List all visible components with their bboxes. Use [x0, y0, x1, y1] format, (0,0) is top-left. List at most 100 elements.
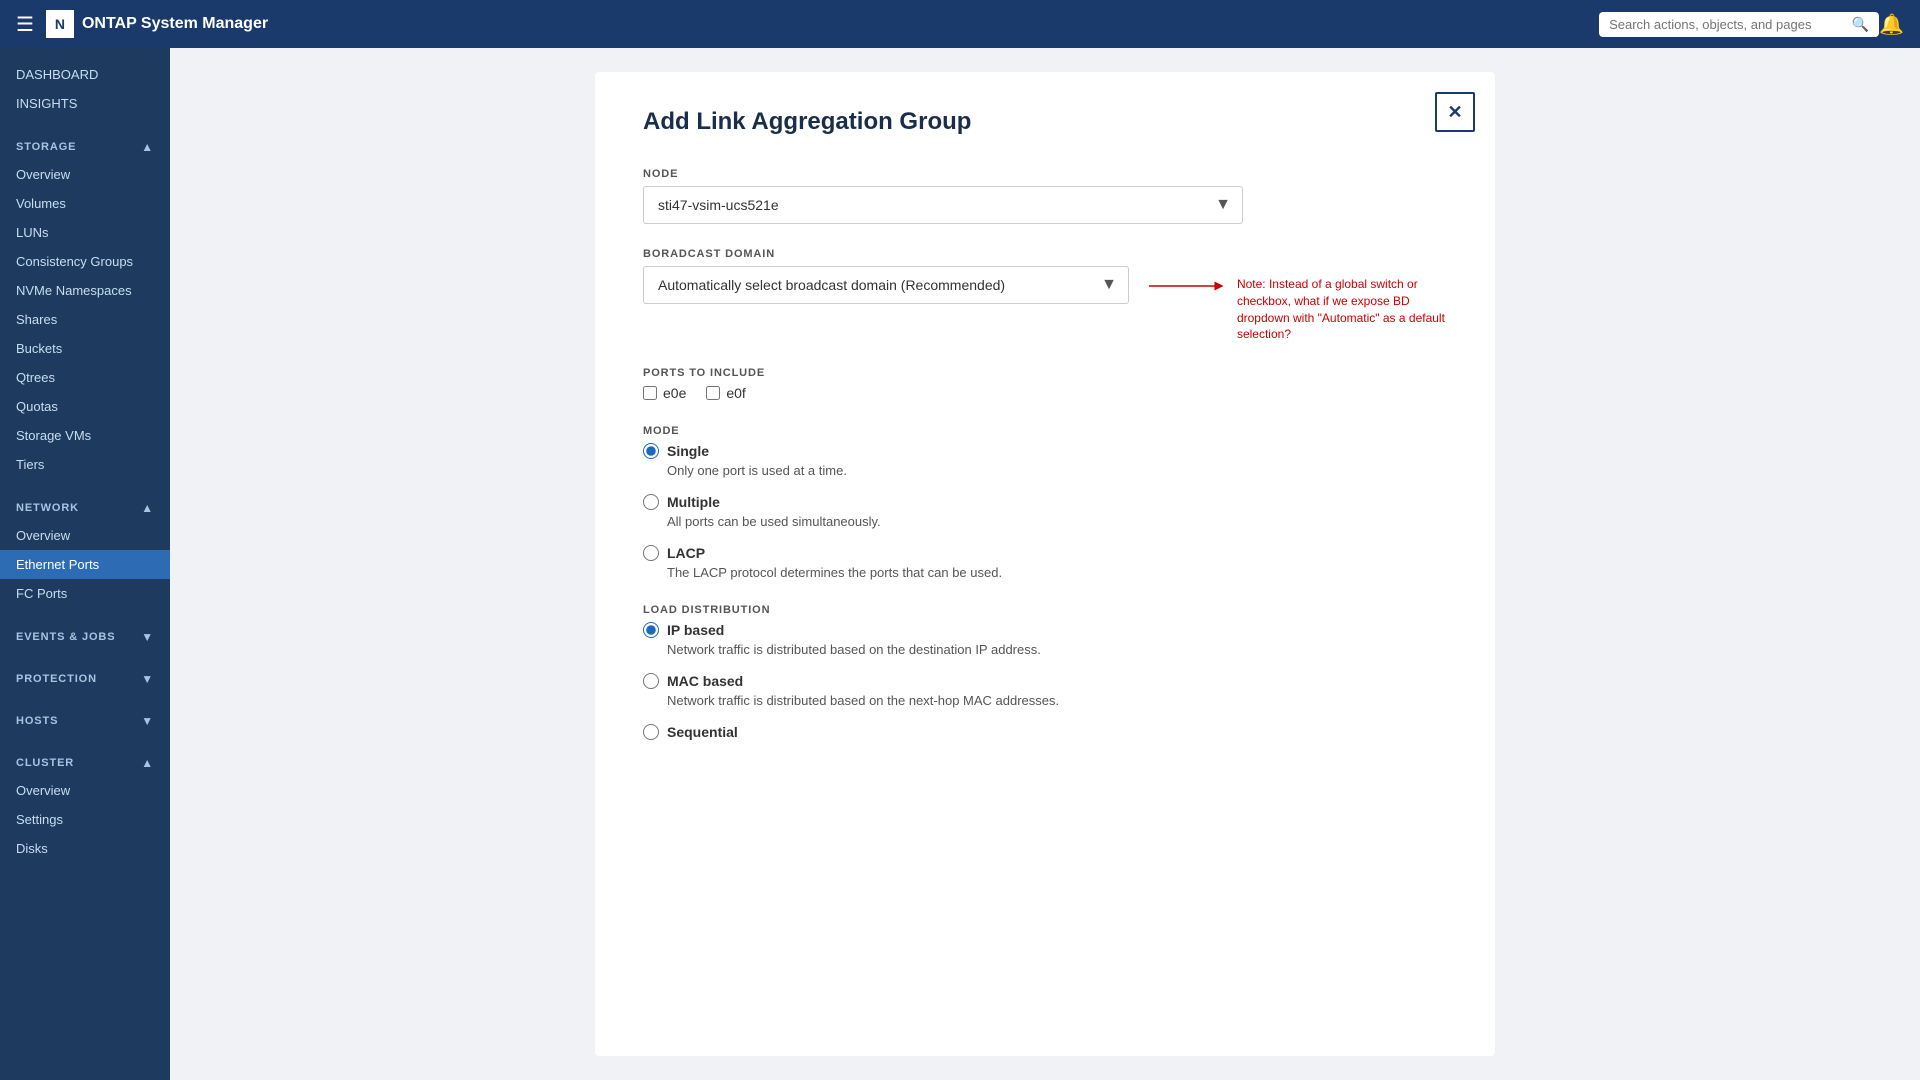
mode-single-option: Single Only one port is used at a time.: [643, 443, 1447, 478]
sidebar-item-volumes[interactable]: Volumes: [0, 189, 170, 218]
sidebar-cluster-label: CLUSTER: [16, 757, 74, 769]
search-input[interactable]: [1609, 17, 1846, 32]
port-e0f-checkbox[interactable]: [706, 386, 720, 400]
ld-mac-desc: Network traffic is distributed based on …: [667, 693, 1447, 708]
sidebar-storage-label: STORAGE: [16, 141, 76, 153]
cluster-chevron-icon: ▲: [141, 756, 154, 770]
mode-single-desc: Only one port is used at a time.: [667, 463, 1447, 478]
sidebar-item-consistency-groups[interactable]: Consistency Groups: [0, 247, 170, 276]
ld-sequential-text: Sequential: [667, 724, 738, 740]
sidebar-item-buckets[interactable]: Buckets: [0, 334, 170, 363]
app-title: ONTAP System Manager: [82, 15, 268, 33]
ld-mac-label[interactable]: MAC based: [643, 673, 1447, 689]
sidebar-item-cluster-disks[interactable]: Disks: [0, 834, 170, 863]
sidebar-events-label: EVENTS & JOBS: [16, 631, 115, 643]
sidebar-protection-label: PROTECTION: [16, 673, 97, 685]
ld-sequential-label[interactable]: Sequential: [643, 724, 1447, 740]
broadcast-domain-row: Automatically select broadcast domain (R…: [643, 266, 1447, 343]
port-e0e-label: e0e: [663, 385, 686, 401]
logo-icon: N: [46, 10, 74, 38]
ld-ip-text: IP based: [667, 622, 724, 638]
sidebar-item-shares[interactable]: Shares: [0, 305, 170, 334]
sidebar-item-qtrees[interactable]: Qtrees: [0, 363, 170, 392]
ld-sequential-radio[interactable]: [643, 724, 659, 740]
mode-multiple-text: Multiple: [667, 494, 720, 510]
ports-field: PORTS TO INCLUDE e0e e0f: [643, 367, 1447, 401]
search-icon: 🔍: [1852, 16, 1869, 33]
port-e0e-checkbox-label[interactable]: e0e: [643, 385, 686, 401]
port-e0f-checkbox-label[interactable]: e0f: [706, 385, 745, 401]
mode-single-radio[interactable]: [643, 443, 659, 459]
mode-lacp-desc: The LACP protocol determines the ports t…: [667, 565, 1447, 580]
network-chevron-icon: ▲: [141, 501, 154, 515]
dialog-title: Add Link Aggregation Group: [643, 108, 1447, 136]
mode-field: MODE Single Only one port is used at a t…: [643, 425, 1447, 580]
annotation-arrow: [1149, 276, 1229, 296]
ld-ip-option: IP based Network traffic is distributed …: [643, 622, 1447, 657]
sidebar-section-hosts: HOSTS ▼: [0, 696, 170, 738]
sidebar-protection-header[interactable]: PROTECTION ▼: [0, 666, 170, 692]
ld-mac-option: MAC based Network traffic is distributed…: [643, 673, 1447, 708]
broadcast-domain-select-wrapper: Automatically select broadcast domain (R…: [643, 266, 1129, 304]
app-logo: N ONTAP System Manager: [46, 10, 1599, 38]
sidebar-hosts-header[interactable]: HOSTS ▼: [0, 708, 170, 734]
ld-ip-radio[interactable]: [643, 622, 659, 638]
hamburger-menu-icon[interactable]: ☰: [16, 12, 34, 37]
sidebar-section-events-jobs: EVENTS & JOBS ▼: [0, 612, 170, 654]
sidebar-item-fc-ports[interactable]: FC Ports: [0, 579, 170, 608]
notifications-icon[interactable]: 🔔: [1879, 12, 1904, 37]
mode-lacp-text: LACP: [667, 545, 705, 561]
broadcast-domain-label: BORADCAST DOMAIN: [643, 248, 1447, 260]
sidebar-item-nvme-namespaces[interactable]: NVMe Namespaces: [0, 276, 170, 305]
node-field: NODE sti47-vsim-ucs521e ▼: [643, 168, 1447, 224]
broadcast-domain-annotation: Note: Instead of a global switch or chec…: [1149, 276, 1447, 343]
mode-single-label[interactable]: Single: [643, 443, 1447, 459]
node-select[interactable]: sti47-vsim-ucs521e: [643, 186, 1243, 224]
main-content: Add Link Aggregation Group ✕ NODE sti47-…: [170, 48, 1920, 1080]
sidebar-section-protection: PROTECTION ▼: [0, 654, 170, 696]
sidebar-events-header[interactable]: EVENTS & JOBS ▼: [0, 624, 170, 650]
sidebar-item-network-overview[interactable]: Overview: [0, 521, 170, 550]
sidebar-cluster-header[interactable]: CLUSTER ▲: [0, 750, 170, 776]
ports-label: PORTS TO INCLUDE: [643, 367, 1447, 379]
ld-mac-text: MAC based: [667, 673, 743, 689]
sidebar-item-insights[interactable]: INSIGHTS: [0, 89, 170, 118]
sidebar-hosts-label: HOSTS: [16, 715, 58, 727]
mode-multiple-option: Multiple All ports can be used simultane…: [643, 494, 1447, 529]
sidebar-section-network: NETWORK ▲ Overview Ethernet Ports FC Por…: [0, 483, 170, 612]
sidebar-item-ethernet-ports[interactable]: Ethernet Ports: [0, 550, 170, 579]
sidebar-item-cluster-overview[interactable]: Overview: [0, 776, 170, 805]
ld-sequential-option: Sequential: [643, 724, 1447, 740]
ld-mac-radio[interactable]: [643, 673, 659, 689]
sidebar-storage-header[interactable]: STORAGE ▲: [0, 134, 170, 160]
load-distribution-radio-group: IP based Network traffic is distributed …: [643, 622, 1447, 740]
top-navigation: ☰ N ONTAP System Manager 🔍 🔔: [0, 0, 1920, 48]
sidebar-item-tiers[interactable]: Tiers: [0, 450, 170, 479]
mode-lacp-radio[interactable]: [643, 545, 659, 561]
mode-multiple-radio[interactable]: [643, 494, 659, 510]
sidebar-network-header[interactable]: NETWORK ▲: [0, 495, 170, 521]
mode-multiple-label[interactable]: Multiple: [643, 494, 1447, 510]
add-lag-dialog: Add Link Aggregation Group ✕ NODE sti47-…: [595, 72, 1495, 1056]
sidebar-item-quotas[interactable]: Quotas: [0, 392, 170, 421]
port-e0f-label: e0f: [726, 385, 745, 401]
main-layout: DASHBOARD INSIGHTS STORAGE ▲ Overview Vo…: [0, 48, 1920, 1080]
load-distribution-label: LOAD DISTRIBUTION: [643, 604, 1447, 616]
close-button[interactable]: ✕: [1435, 92, 1475, 132]
mode-lacp-label[interactable]: LACP: [643, 545, 1447, 561]
sidebar: DASHBOARD INSIGHTS STORAGE ▲ Overview Vo…: [0, 48, 170, 1080]
sidebar-section-cluster: CLUSTER ▲ Overview Settings Disks: [0, 738, 170, 867]
sidebar-network-label: NETWORK: [16, 502, 79, 514]
sidebar-item-storage-overview[interactable]: Overview: [0, 160, 170, 189]
broadcast-domain-select[interactable]: Automatically select broadcast domain (R…: [643, 266, 1129, 304]
broadcast-domain-field: BORADCAST DOMAIN Automatically select br…: [643, 248, 1447, 343]
sidebar-item-cluster-settings[interactable]: Settings: [0, 805, 170, 834]
search-bar[interactable]: 🔍: [1599, 12, 1879, 37]
sidebar-item-luns[interactable]: LUNs: [0, 218, 170, 247]
sidebar-item-dashboard[interactable]: DASHBOARD: [0, 60, 170, 89]
mode-radio-group: Single Only one port is used at a time. …: [643, 443, 1447, 580]
sidebar-item-storage-vms[interactable]: Storage VMs: [0, 421, 170, 450]
mode-multiple-desc: All ports can be used simultaneously.: [667, 514, 1447, 529]
port-e0e-checkbox[interactable]: [643, 386, 657, 400]
ld-ip-label[interactable]: IP based: [643, 622, 1447, 638]
